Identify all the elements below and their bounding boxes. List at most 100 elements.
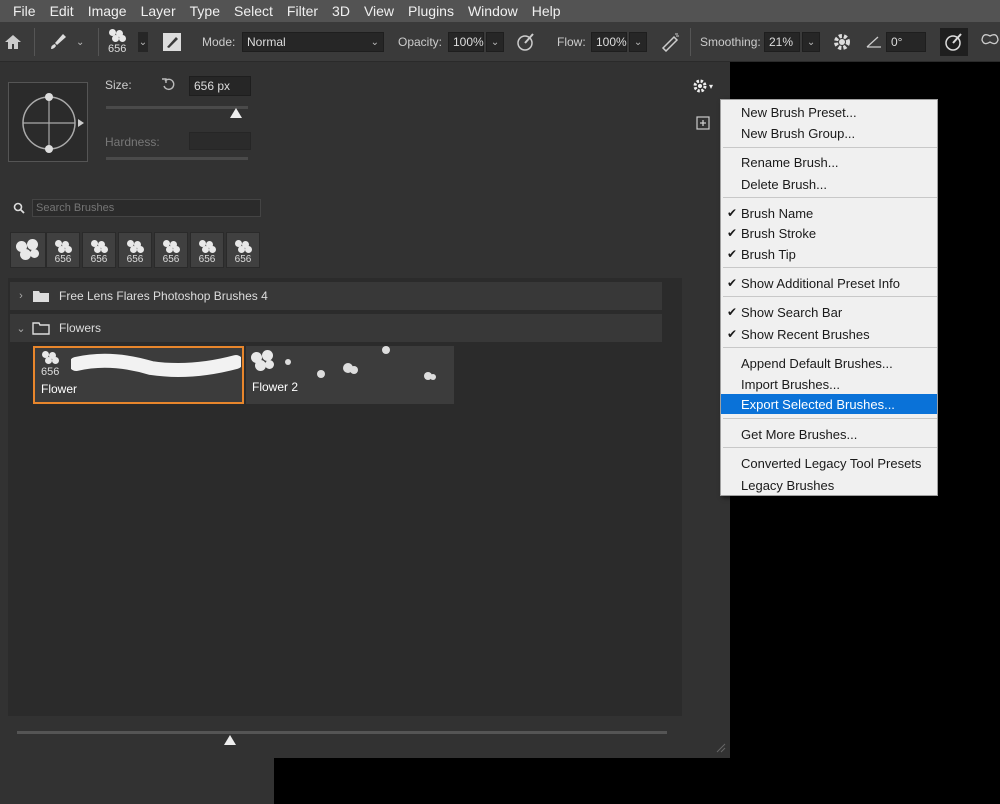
chevron-down-icon[interactable]: ⌄: [76, 37, 84, 48]
thumbnail-size-handle[interactable]: [224, 735, 236, 745]
brush-size: 656: [41, 366, 60, 378]
menu-item-import-brushes[interactable]: Import Brushes...: [721, 374, 937, 394]
menu-image[interactable]: Image: [81, 3, 134, 19]
recent-brush-size: 656: [54, 254, 72, 265]
brush-group-name: Flowers: [59, 321, 102, 335]
pressure-size-icon[interactable]: [940, 22, 968, 62]
size-label: Size:: [105, 78, 132, 92]
size-field[interactable]: 656 px: [189, 76, 251, 96]
hardness-field[interactable]: [189, 132, 251, 150]
brush-settings-toggle-icon[interactable]: [162, 22, 182, 62]
mode-value: Normal: [247, 35, 286, 49]
reset-size-icon[interactable]: [161, 76, 177, 97]
airbrush-icon[interactable]: [660, 22, 680, 62]
flow-label: Flow:: [557, 35, 586, 49]
opacity-value: 100%: [453, 35, 484, 49]
menu-item-export-selected-brushes[interactable]: Export Selected Brushes...: [721, 394, 937, 414]
opacity-label: Opacity:: [398, 35, 443, 49]
brush-group-row[interactable]: ⌄ Flowers: [10, 314, 662, 342]
recent-brush[interactable]: 656: [46, 232, 80, 268]
menu-view[interactable]: View: [357, 3, 401, 19]
recent-brush-active[interactable]: [10, 232, 46, 268]
menu-help[interactable]: Help: [525, 3, 568, 19]
flower-tip-icon: [162, 240, 180, 254]
recent-brush[interactable]: 656: [82, 232, 116, 268]
flow-field[interactable]: 100% ⌄: [591, 22, 647, 62]
menu-type[interactable]: Type: [183, 3, 227, 19]
smoothing-field[interactable]: 21% ⌄: [764, 22, 820, 62]
checkmark-icon: ✔: [727, 276, 738, 290]
thumbnail-size-slider[interactable]: [17, 731, 667, 734]
recent-brush-size: 656: [234, 254, 252, 265]
menu-select[interactable]: Select: [227, 3, 280, 19]
menu-item-new-brush-group[interactable]: New Brush Group...: [721, 123, 937, 143]
angle-field[interactable]: 0°: [886, 22, 926, 62]
menu-item-legacy-brushes[interactable]: Legacy Brushes: [721, 475, 937, 495]
menu-plugins[interactable]: Plugins: [401, 3, 461, 19]
home-icon[interactable]: [4, 22, 22, 62]
brush-angle-preview[interactable]: [8, 82, 88, 162]
recent-brush[interactable]: 656: [226, 232, 260, 268]
mode-select[interactable]: Normal ⌄: [242, 22, 384, 62]
checkmark-icon: ✔: [727, 226, 738, 240]
flower-tip-icon: [250, 350, 276, 372]
menu-edit[interactable]: Edit: [43, 3, 81, 19]
menu-item-append-default-brushes[interactable]: Append Default Brushes...: [721, 353, 937, 373]
menu-item-brush-stroke[interactable]: ✔ Brush Stroke: [721, 223, 937, 243]
size-slider-track[interactable]: [106, 106, 248, 109]
menu-layer[interactable]: Layer: [134, 3, 183, 19]
opacity-field[interactable]: 100% ⌄: [448, 22, 504, 62]
checkmark-icon: ✔: [727, 327, 738, 341]
chevron-down-icon: ⌄: [370, 36, 379, 48]
smoothing-label: Smoothing:: [700, 35, 761, 49]
menu-item-show-additional-preset-info[interactable]: ✔ Show Additional Preset Info: [721, 273, 937, 293]
chevron-down-icon: ⌄: [490, 36, 500, 48]
brush-preset-picker[interactable]: 656: [108, 22, 126, 62]
menu-item-brush-tip[interactable]: ✔ Brush Tip: [721, 244, 937, 264]
brush-name: Flower: [41, 382, 78, 396]
recent-brush-size: 656: [162, 254, 180, 265]
menu-3d[interactable]: 3D: [325, 3, 357, 19]
chevron-down-icon: ⌄: [806, 36, 816, 48]
pressure-opacity-icon[interactable]: [516, 22, 536, 62]
menu-file[interactable]: File: [6, 3, 43, 19]
menu-item-show-search-bar[interactable]: ✔ Show Search Bar: [721, 302, 937, 322]
menu-item-rename-brush[interactable]: Rename Brush...: [721, 152, 937, 172]
chevron-right-icon[interactable]: ›: [10, 290, 32, 302]
menu-item-brush-name[interactable]: ✔ Brush Name: [721, 203, 937, 223]
search-brushes-input[interactable]: [32, 199, 261, 217]
new-group-icon[interactable]: [696, 116, 710, 135]
hardness-slider-track[interactable]: [106, 157, 248, 160]
resize-grip-icon[interactable]: [714, 740, 726, 758]
checkmark-icon: ✔: [727, 305, 738, 319]
menu-filter[interactable]: Filter: [280, 3, 325, 19]
search-icon: [13, 201, 25, 219]
gear-icon[interactable]: [832, 22, 852, 62]
brush-stroke-preview: [71, 353, 241, 377]
hardness-label: Hardness:: [105, 135, 160, 149]
recent-brush[interactable]: 656: [118, 232, 152, 268]
recent-brush[interactable]: 656: [190, 232, 224, 268]
brush-picker-dropdown[interactable]: ⌄: [138, 22, 148, 62]
brush-item-selected[interactable]: 656 Flower: [33, 346, 244, 404]
size-slider-handle[interactable]: [230, 108, 242, 118]
menu-item-converted-legacy-tool-presets[interactable]: Converted Legacy Tool Presets: [721, 453, 937, 473]
checkmark-icon: ✔: [727, 206, 738, 220]
brush-settings-panel: Size: 656 px Hardness: 656 656 656 656 6…: [0, 62, 730, 758]
recent-brush[interactable]: 656: [154, 232, 188, 268]
panel-menu-gear-icon[interactable]: ▾: [692, 76, 718, 96]
brush-item[interactable]: Flower 2: [246, 346, 454, 404]
brush-group-row[interactable]: › Free Lens Flares Photoshop Brushes 4: [10, 282, 662, 310]
folder-icon: [33, 291, 49, 302]
brush-size-label: 656: [108, 43, 127, 55]
flower-tip-icon: [234, 240, 252, 254]
menu-item-new-brush-preset[interactable]: New Brush Preset...: [721, 102, 937, 122]
symmetry-icon[interactable]: [980, 22, 1000, 62]
menu-item-delete-brush[interactable]: Delete Brush...: [721, 174, 937, 194]
smoothing-value: 21%: [769, 35, 794, 49]
menu-item-get-more-brushes[interactable]: Get More Brushes...: [721, 424, 937, 444]
menu-item-show-recent-brushes[interactable]: ✔ Show Recent Brushes: [721, 324, 937, 344]
menu-window[interactable]: Window: [461, 3, 525, 19]
chevron-down-icon[interactable]: ⌄: [10, 322, 32, 335]
brush-tool-icon[interactable]: ⌄: [48, 22, 84, 62]
